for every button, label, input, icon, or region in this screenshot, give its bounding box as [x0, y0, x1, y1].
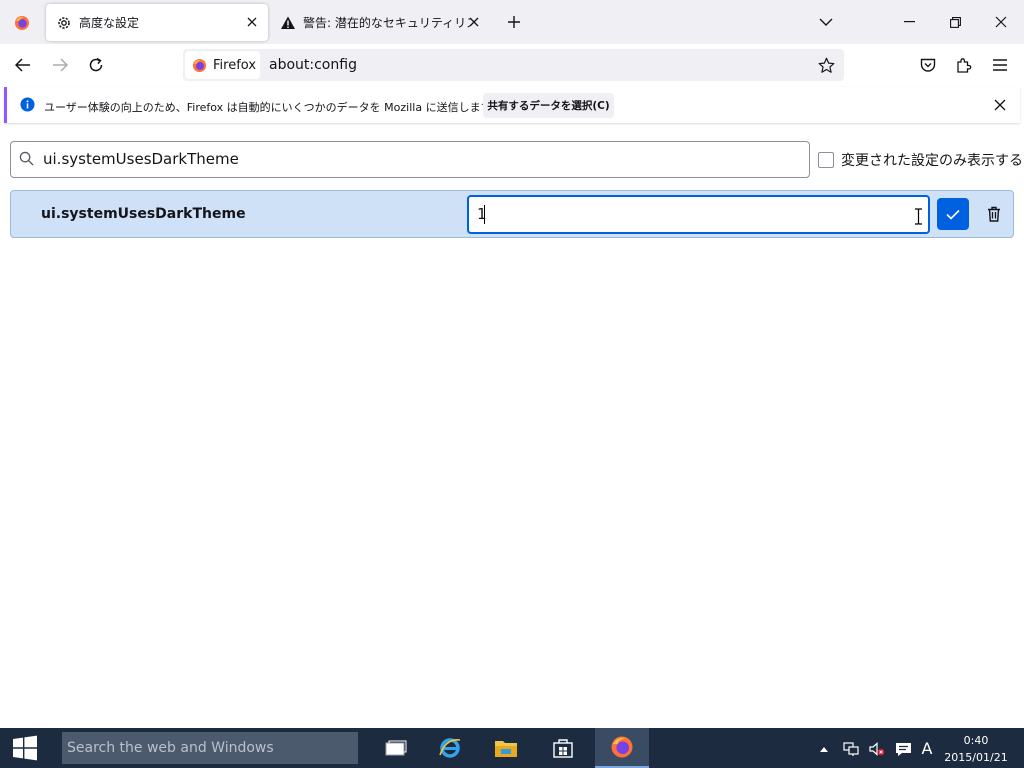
- firefox-icon: [192, 58, 207, 73]
- close-icon: [994, 99, 1006, 111]
- windows-logo-icon: [12, 735, 38, 761]
- volume-button[interactable]: [868, 740, 886, 758]
- back-button[interactable]: [7, 49, 39, 81]
- notification-message: ユーザー体験の向上のため、Firefox は自動的にいくつかのデータを Mozi…: [44, 101, 502, 114]
- message-icon: [895, 742, 912, 757]
- taskbar-store[interactable]: [537, 728, 589, 768]
- close-icon: [995, 16, 1007, 28]
- search-input-value[interactable]: ui.systemUsesDarkTheme: [43, 150, 239, 168]
- url-text[interactable]: about:config: [269, 57, 357, 73]
- tab-security-warning[interactable]: 警告: 潜在的なセキュリティリスクあ: [270, 4, 490, 41]
- preference-value-input[interactable]: [467, 195, 930, 234]
- trash-icon: [987, 206, 1001, 222]
- firefox-icon: [610, 735, 634, 759]
- save-preference-button[interactable]: [937, 198, 969, 230]
- arrow-right-icon: [52, 58, 68, 72]
- taskbar-task-view[interactable]: [370, 728, 422, 768]
- close-tab-icon[interactable]: [466, 14, 482, 30]
- delete-preference-button[interactable]: [978, 198, 1010, 230]
- action-center-button[interactable]: [894, 740, 912, 758]
- puzzle-icon: [956, 57, 972, 73]
- tab-advanced-settings[interactable]: 高度な設定: [46, 4, 268, 41]
- tab-label: 警告: 潜在的なセキュリティリスクあ: [303, 16, 471, 30]
- start-button[interactable]: [0, 728, 50, 768]
- pocket-button[interactable]: [912, 49, 944, 81]
- list-all-tabs-button[interactable]: [814, 11, 838, 33]
- info-icon: [20, 97, 35, 112]
- store-icon: [553, 738, 573, 758]
- minimize-icon: [903, 21, 915, 23]
- tab-firefox[interactable]: [4, 4, 40, 41]
- star-icon: [818, 57, 835, 74]
- search-icon: [19, 151, 34, 166]
- choose-shared-data-button[interactable]: 共有するデータを選択(C): [483, 93, 614, 118]
- warning-icon: [280, 15, 296, 31]
- clock-date[interactable]: 2015/01/21: [940, 751, 1012, 764]
- minimize-button[interactable]: [886, 0, 932, 44]
- bookmark-star-button[interactable]: [814, 53, 838, 77]
- identity-label: Firefox: [213, 57, 257, 73]
- show-only-modified-checkbox[interactable]: 変更された設定のみ表示する: [818, 150, 1023, 170]
- ime-indicator[interactable]: A: [918, 739, 936, 758]
- text-caret: [484, 205, 485, 224]
- close-tab-icon[interactable]: [244, 14, 260, 30]
- preference-name: ui.systemUsesDarkTheme: [41, 206, 246, 222]
- extensions-button[interactable]: [948, 49, 980, 81]
- new-tab-button[interactable]: [503, 11, 525, 33]
- reload-button[interactable]: [80, 49, 112, 81]
- checkbox-box[interactable]: [818, 152, 834, 168]
- preference-value-text[interactable]: 1: [477, 205, 487, 223]
- close-notification-button[interactable]: [988, 93, 1012, 117]
- internet-explorer-icon: [438, 736, 462, 760]
- identity-box[interactable]: Firefox: [185, 51, 260, 79]
- clock-time[interactable]: 0:40: [948, 734, 1004, 747]
- plus-icon: [507, 15, 521, 29]
- task-view-icon: [385, 740, 407, 756]
- network-status-button[interactable]: [842, 740, 860, 758]
- taskbar-search-placeholder[interactable]: Search the web and Windows: [67, 740, 274, 756]
- chevron-down-icon: [819, 17, 833, 27]
- forward-button[interactable]: [44, 49, 76, 81]
- hamburger-menu-icon: [993, 59, 1007, 71]
- gear-icon: [56, 15, 72, 31]
- checkmark-icon: [946, 209, 960, 220]
- folder-icon: [494, 738, 518, 758]
- restore-icon: [949, 16, 961, 28]
- taskbar-firefox[interactable]: [595, 728, 649, 768]
- speaker-muted-icon: [869, 742, 885, 756]
- taskbar-file-explorer[interactable]: [480, 728, 532, 768]
- app-menu-button[interactable]: [984, 49, 1016, 81]
- firefox-icon: [14, 15, 30, 31]
- taskbar-internet-explorer[interactable]: [424, 728, 476, 768]
- tab-label: 高度な設定: [79, 16, 140, 30]
- arrow-left-icon: [15, 58, 31, 72]
- pocket-icon: [920, 58, 936, 73]
- show-only-modified-label[interactable]: 変更された設定のみ表示する: [841, 150, 1023, 170]
- show-hidden-icons-button[interactable]: [815, 740, 833, 758]
- reload-icon: [88, 57, 104, 73]
- restore-button[interactable]: [932, 0, 978, 44]
- network-icon: [843, 742, 859, 756]
- close-window-button[interactable]: [978, 0, 1024, 44]
- text-cursor-icon: [914, 208, 923, 225]
- chevron-up-icon: [820, 746, 828, 752]
